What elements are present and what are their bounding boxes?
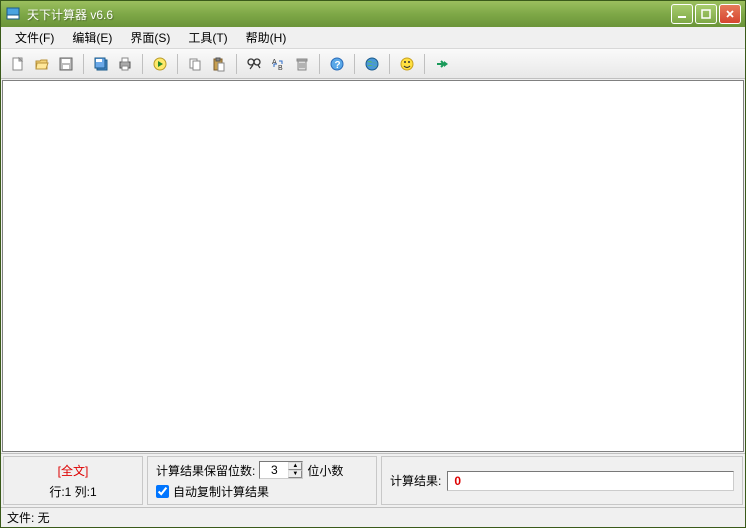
window-controls xyxy=(671,4,741,24)
decimal-row: 计算结果保留位数: ▲ ▼ 位小数 xyxy=(156,461,368,479)
decimal-input[interactable] xyxy=(260,462,288,478)
position-panel: [全文] 行:1 列:1 xyxy=(3,456,143,505)
decimal-label: 计算结果保留位数: xyxy=(156,462,255,479)
replace-icon[interactable]: AB xyxy=(267,53,289,75)
editor-textarea[interactable] xyxy=(2,80,744,452)
cursor-position: 行:1 列:1 xyxy=(49,483,96,500)
maximize-button[interactable] xyxy=(695,4,717,24)
result-input[interactable] xyxy=(447,471,734,491)
help-icon[interactable]: ? xyxy=(326,53,348,75)
delete-icon[interactable] xyxy=(291,53,313,75)
fulltext-label: [全文] xyxy=(58,462,89,479)
smiley-icon[interactable] xyxy=(396,53,418,75)
close-button[interactable] xyxy=(719,4,741,24)
menu-edit[interactable]: 编辑(E) xyxy=(64,27,120,48)
save-icon[interactable] xyxy=(55,53,77,75)
autocopy-checkbox[interactable] xyxy=(156,485,169,498)
app-window: 天下计算器 v6.6 文件(F) 编辑(E) 界面(S) 工具(T) 帮助(H) xyxy=(0,0,746,528)
bottom-panel: [全文] 行:1 列:1 计算结果保留位数: ▲ ▼ 位小数 自动复制计算结果 xyxy=(1,453,745,507)
svg-text:?: ? xyxy=(335,60,341,71)
menu-help[interactable]: 帮助(H) xyxy=(238,27,295,48)
toolbar-separator xyxy=(319,54,320,74)
menu-file[interactable]: 文件(F) xyxy=(7,27,62,48)
svg-text:B: B xyxy=(278,65,283,72)
autocopy-label: 自动复制计算结果 xyxy=(173,483,269,500)
toolbar-separator xyxy=(236,54,237,74)
toolbar-separator xyxy=(83,54,84,74)
paste-icon[interactable] xyxy=(208,53,230,75)
menu-tools[interactable]: 工具(T) xyxy=(180,27,235,48)
toolbar: AB ? xyxy=(1,49,745,79)
window-title: 天下计算器 v6.6 xyxy=(27,6,671,23)
statusbar: 文件: 无 xyxy=(1,507,745,527)
new-file-icon[interactable] xyxy=(7,53,29,75)
spinner-down-icon[interactable]: ▼ xyxy=(288,470,302,478)
web-icon[interactable] xyxy=(361,53,383,75)
forward-icon[interactable] xyxy=(431,53,453,75)
autocopy-row: 自动复制计算结果 xyxy=(156,483,368,500)
decimal-spinner: ▲ ▼ xyxy=(259,461,303,479)
toolbar-separator xyxy=(354,54,355,74)
status-file: 文件: 无 xyxy=(7,509,50,526)
menubar: 文件(F) 编辑(E) 界面(S) 工具(T) 帮助(H) xyxy=(1,27,745,49)
save-all-icon[interactable] xyxy=(90,53,112,75)
open-file-icon[interactable] xyxy=(31,53,53,75)
find-icon[interactable] xyxy=(243,53,265,75)
titlebar: 天下计算器 v6.6 xyxy=(1,1,745,27)
result-panel: 计算结果: xyxy=(381,456,743,505)
spinner-up-icon[interactable]: ▲ xyxy=(288,462,302,470)
toolbar-separator xyxy=(177,54,178,74)
print-icon[interactable] xyxy=(114,53,136,75)
decimal-panel: 计算结果保留位数: ▲ ▼ 位小数 自动复制计算结果 xyxy=(147,456,377,505)
result-label: 计算结果: xyxy=(390,472,441,489)
minimize-button[interactable] xyxy=(671,4,693,24)
copy-icon[interactable] xyxy=(184,53,206,75)
toolbar-separator xyxy=(424,54,425,74)
run-icon[interactable] xyxy=(149,53,171,75)
toolbar-separator xyxy=(389,54,390,74)
toolbar-separator xyxy=(142,54,143,74)
decimal-suffix: 位小数 xyxy=(307,462,343,479)
app-icon xyxy=(5,6,21,22)
menu-view[interactable]: 界面(S) xyxy=(122,27,178,48)
